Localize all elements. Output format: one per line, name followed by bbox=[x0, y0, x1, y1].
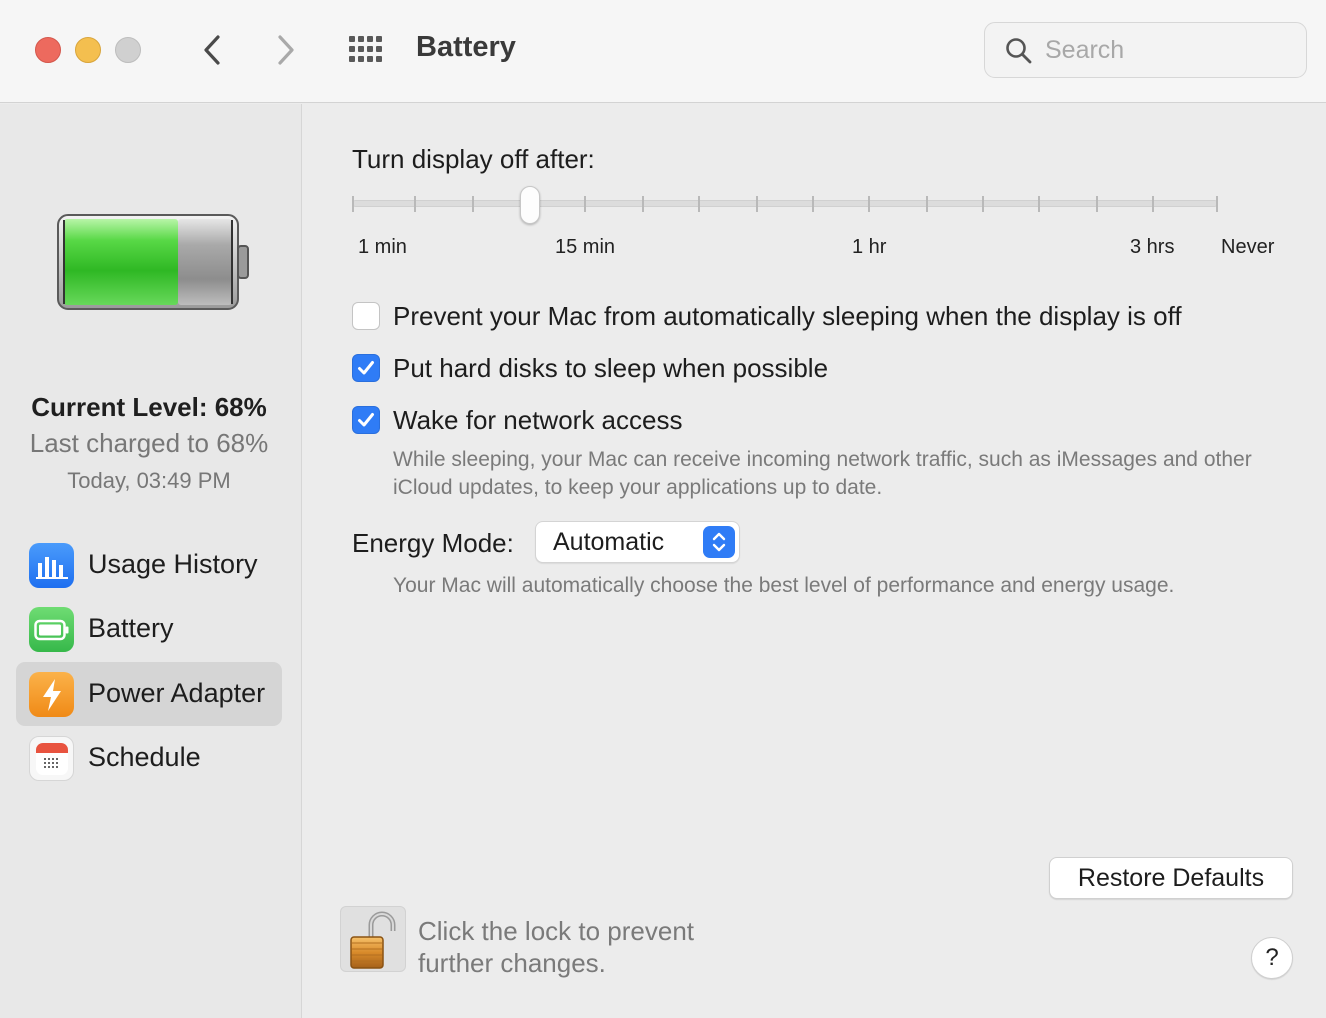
slider-tick bbox=[1216, 196, 1218, 212]
slider-tick bbox=[812, 196, 814, 212]
battery-icon bbox=[29, 607, 74, 652]
wake-network-checkbox[interactable] bbox=[352, 406, 380, 434]
energy-mode-value: Automatic bbox=[553, 528, 665, 556]
tick-label-15-min: 15 min bbox=[555, 236, 616, 258]
slider-tick bbox=[982, 196, 984, 212]
chevron-left-icon bbox=[204, 35, 220, 65]
lightning-bolt-icon bbox=[29, 672, 74, 717]
slider-tick bbox=[1038, 196, 1040, 212]
sidebar-item-battery[interactable]: Battery bbox=[16, 597, 282, 661]
sidebar-item-power-adapter[interactable]: Power Adapter bbox=[16, 662, 282, 726]
checkmark-icon bbox=[358, 361, 374, 375]
calendar-icon bbox=[29, 736, 74, 781]
slider-tick bbox=[472, 196, 474, 212]
slider-tick bbox=[756, 196, 758, 212]
slider-track bbox=[352, 200, 1218, 207]
checkbox-label: Wake for network access bbox=[393, 404, 683, 435]
disk-sleep-checkbox-row[interactable]: Put hard disks to sleep when possible bbox=[352, 351, 828, 385]
close-window-button[interactable] bbox=[35, 37, 61, 63]
window-title: Battery bbox=[416, 31, 516, 63]
battery-level-icon bbox=[57, 214, 249, 310]
slider-tick bbox=[1152, 196, 1154, 212]
slider-tick bbox=[584, 196, 586, 212]
wake-network-checkbox-row[interactable]: Wake for network access bbox=[352, 403, 682, 437]
help-button[interactable]: ? bbox=[1251, 937, 1293, 979]
up-down-arrows-icon bbox=[703, 526, 735, 558]
current-level: Current Level: 68% bbox=[31, 392, 267, 422]
slider-tick bbox=[414, 196, 416, 212]
display-sleep-slider[interactable] bbox=[352, 186, 1220, 226]
sidebar: Current Level: 68% Last charged to 68% T… bbox=[0, 104, 302, 1018]
last-charged: Last charged to 68% bbox=[29, 428, 269, 458]
title-bar: Battery bbox=[0, 0, 1326, 103]
display-off-label: Turn display off after: bbox=[352, 144, 595, 174]
search-icon bbox=[1006, 38, 1032, 64]
slider-knob[interactable] bbox=[520, 186, 540, 224]
search-field[interactable] bbox=[984, 22, 1307, 78]
slider-tick bbox=[1096, 196, 1098, 212]
slider-tick bbox=[868, 196, 870, 212]
charge-time: Today, 03:49 PM bbox=[67, 468, 231, 493]
checkbox-label: Put hard disks to sleep when possible bbox=[393, 352, 829, 383]
chevron-right-icon bbox=[278, 35, 294, 65]
slider-tick bbox=[926, 196, 928, 212]
disk-sleep-checkbox[interactable] bbox=[352, 354, 380, 382]
tick-label-1-hr: 1 hr bbox=[852, 236, 887, 258]
sidebar-item-usage-history[interactable]: Usage History bbox=[16, 533, 282, 597]
tick-label-3-hrs: 3 hrs bbox=[1130, 236, 1175, 258]
sidebar-item-label: Schedule bbox=[88, 742, 201, 772]
energy-mode-label: Energy Mode: bbox=[352, 528, 514, 558]
bar-chart-icon bbox=[29, 543, 74, 588]
checkbox-label: Prevent your Mac from automatically slee… bbox=[393, 300, 1182, 331]
prevent-sleep-checkbox-row[interactable]: Prevent your Mac from automatically slee… bbox=[352, 299, 1182, 333]
checkmark-icon bbox=[358, 413, 374, 427]
sidebar-item-label: Power Adapter bbox=[88, 678, 266, 708]
energy-mode-help: Your Mac will automatically choose the b… bbox=[393, 574, 1175, 597]
wake-network-help: While sleeping, your Mac can receive inc… bbox=[393, 448, 1252, 499]
minimize-window-button[interactable] bbox=[75, 37, 101, 63]
lock-button[interactable] bbox=[340, 906, 406, 972]
slider-tick bbox=[698, 196, 700, 212]
slider-tick bbox=[352, 196, 354, 212]
search-input[interactable] bbox=[1045, 33, 1285, 67]
sidebar-item-schedule[interactable]: Schedule bbox=[16, 726, 282, 790]
zoom-window-button[interactable] bbox=[115, 37, 141, 63]
unlocked-padlock-icon bbox=[350, 911, 396, 969]
sidebar-item-label: Battery bbox=[88, 613, 174, 643]
tick-label-1-min: 1 min bbox=[358, 236, 407, 258]
back-button[interactable] bbox=[192, 30, 232, 70]
forward-button[interactable] bbox=[266, 30, 306, 70]
lock-message: Click the lock to prevent further change… bbox=[418, 916, 695, 978]
restore-defaults-button[interactable]: Restore Defaults bbox=[1049, 857, 1293, 899]
tick-label-never: Never bbox=[1221, 236, 1275, 258]
prevent-sleep-checkbox[interactable] bbox=[352, 302, 380, 330]
slider-tick bbox=[642, 196, 644, 212]
show-all-button[interactable] bbox=[347, 34, 387, 66]
energy-mode-popup[interactable]: Automatic bbox=[535, 521, 740, 563]
sidebar-item-label: Usage History bbox=[88, 549, 258, 579]
